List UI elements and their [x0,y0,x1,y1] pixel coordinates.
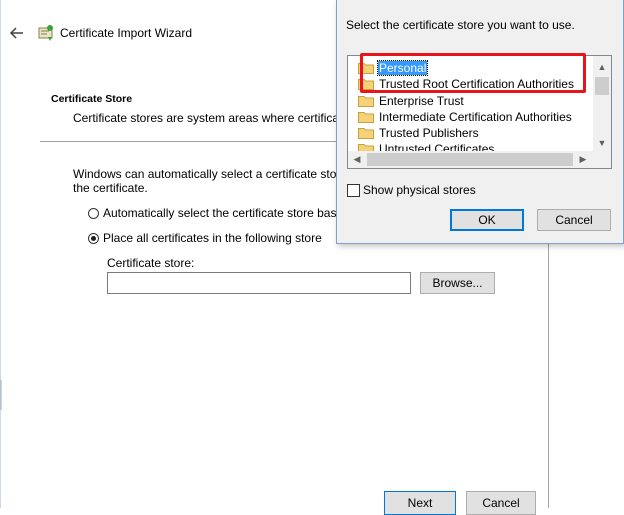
tree-item-intermediate[interactable]: Intermediate Certification Authorities [358,109,573,125]
wizard-cancel-button[interactable]: Cancel [466,491,536,515]
back-arrow-icon[interactable] [8,24,26,42]
show-physical-stores-checkbox[interactable]: Show physical stores [347,183,476,197]
tree-item-label: Trusted Publishers [379,126,479,140]
wizard-title: Certificate Import Wizard [60,26,193,40]
scroll-up-icon[interactable]: ▲ [593,60,611,74]
radio-auto-select[interactable]: Automatically select the certificate sto… [88,206,350,220]
radio-button-checked[interactable] [88,232,99,244]
window-edge [0,0,1,508]
section-description: Certificate stores are system areas wher… [73,111,356,125]
tree-item-label: Enterprise Trust [379,94,464,108]
browse-button[interactable]: Browse... [420,272,495,294]
dialog-prompt: Select the certificate store you want to… [346,18,575,32]
folder-icon [358,127,374,139]
radio-place-in-store[interactable]: Place all certificates in the following … [88,231,322,245]
window-edge-marker [0,380,2,410]
tree-item-enterprise-trust[interactable]: Enterprise Trust [358,93,465,109]
instructions-line-2: the certificate. [73,181,148,195]
section-heading: Certificate Store [51,93,133,105]
checkbox[interactable] [347,183,360,197]
instructions-line-1: Windows can automatically select a certi… [73,167,361,181]
annotation-highlight-box [360,53,586,93]
scroll-left-icon[interactable]: ◀ [349,152,365,167]
ok-button[interactable]: OK [450,209,524,231]
tree-item-trusted-publishers[interactable]: Trusted Publishers [358,125,480,141]
horizontal-scroll-thumb[interactable] [367,153,573,166]
radio-auto-select-label: Automatically select the certificate sto… [103,206,350,220]
radio-button[interactable] [88,207,99,219]
folder-icon [358,95,374,107]
next-button[interactable]: Next [384,491,456,515]
scroll-down-icon[interactable]: ▼ [593,136,611,150]
certificate-store-input[interactable] [107,272,411,294]
certificate-icon [36,23,56,43]
dialog-cancel-button[interactable]: Cancel [537,209,611,231]
scroll-corner [593,151,611,168]
certificate-store-label: Certificate store: [107,256,195,270]
tree-item-label: Intermediate Certification Authorities [379,110,572,124]
show-physical-stores-label: Show physical stores [363,183,476,197]
folder-icon [358,111,374,123]
scroll-right-icon[interactable]: ▶ [575,152,591,167]
radio-place-in-store-label: Place all certificates in the following … [103,231,322,245]
vertical-scroll-thumb[interactable] [595,77,609,95]
